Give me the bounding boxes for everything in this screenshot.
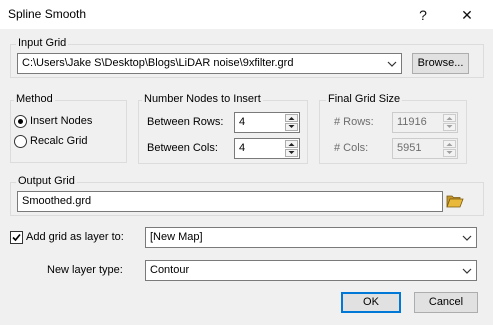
add-layer-value: [New Map] xyxy=(150,231,203,243)
input-grid-label: Input Grid xyxy=(16,37,69,49)
spin-up-icon xyxy=(443,114,456,122)
final-rows-label: # Rows: xyxy=(334,116,374,128)
chevron-down-icon xyxy=(462,268,472,274)
spin-down-icon xyxy=(443,149,456,157)
radio-recalc-grid-label: Recalc Grid xyxy=(30,135,88,147)
cols-spin-buttons[interactable] xyxy=(285,140,298,157)
spin-down-icon[interactable] xyxy=(285,123,298,131)
chevron-down-icon xyxy=(462,235,472,241)
radio-insert-nodes[interactable] xyxy=(14,115,27,128)
open-folder-icon[interactable] xyxy=(446,193,464,209)
spin-up-icon[interactable] xyxy=(285,140,298,148)
input-grid-path: C:\Users\Jake S\Desktop\Blogs\LiDAR nois… xyxy=(22,57,294,69)
output-grid-field[interactable]: Smoothed.grd xyxy=(17,191,443,212)
chevron-down-icon xyxy=(387,61,397,67)
final-cols-value: 5951 xyxy=(397,142,422,154)
method-group xyxy=(10,100,127,163)
final-cols-spin-buttons xyxy=(443,140,456,157)
close-button[interactable]: ✕ xyxy=(457,5,477,25)
nodes-label: Number Nodes to Insert xyxy=(142,93,263,105)
spin-up-icon xyxy=(443,140,456,148)
output-grid-label: Output Grid xyxy=(16,175,77,187)
checkmark-icon xyxy=(12,233,21,242)
final-size-label: Final Grid Size xyxy=(326,93,403,105)
spin-down-icon xyxy=(443,123,456,131)
rows-spin-buttons[interactable] xyxy=(285,114,298,131)
method-label: Method xyxy=(14,93,55,105)
between-rows-value: 4 xyxy=(239,116,246,128)
cancel-button[interactable]: Cancel xyxy=(414,292,478,313)
layer-type-label: New layer type: xyxy=(47,264,123,276)
add-layer-combo[interactable]: [New Map] xyxy=(145,227,477,248)
spin-up-icon[interactable] xyxy=(285,114,298,122)
input-grid-combo[interactable]: C:\Users\Jake S\Desktop\Blogs\LiDAR nois… xyxy=(17,53,402,74)
spin-down-icon[interactable] xyxy=(285,149,298,157)
between-cols-label: Between Cols: xyxy=(147,142,218,154)
between-rows-label: Between Rows: xyxy=(147,116,224,128)
add-layer-checkbox[interactable] xyxy=(10,231,23,244)
radio-recalc-grid[interactable] xyxy=(14,135,27,148)
browse-button[interactable]: Browse... xyxy=(412,53,469,74)
output-grid-value: Smoothed.grd xyxy=(22,195,92,207)
final-rows-value: 11916 xyxy=(397,116,427,128)
help-button[interactable]: ? xyxy=(413,5,433,25)
between-cols-value: 4 xyxy=(239,142,246,154)
final-cols-label: # Cols: xyxy=(334,142,369,154)
layer-type-combo[interactable]: Contour xyxy=(145,260,477,281)
final-rows-spin-buttons xyxy=(443,114,456,131)
radio-insert-nodes-label: Insert Nodes xyxy=(30,115,93,127)
between-cols-spinner[interactable]: 4 xyxy=(234,138,300,159)
window-title: Spline Smooth xyxy=(8,7,87,21)
final-cols-spinner: 5951 xyxy=(392,138,458,159)
final-rows-spinner: 11916 xyxy=(392,112,458,133)
ok-button[interactable]: OK xyxy=(341,292,401,313)
layer-type-value: Contour xyxy=(150,264,190,276)
between-rows-spinner[interactable]: 4 xyxy=(234,112,300,133)
add-layer-label: Add grid as layer to: xyxy=(26,231,124,243)
